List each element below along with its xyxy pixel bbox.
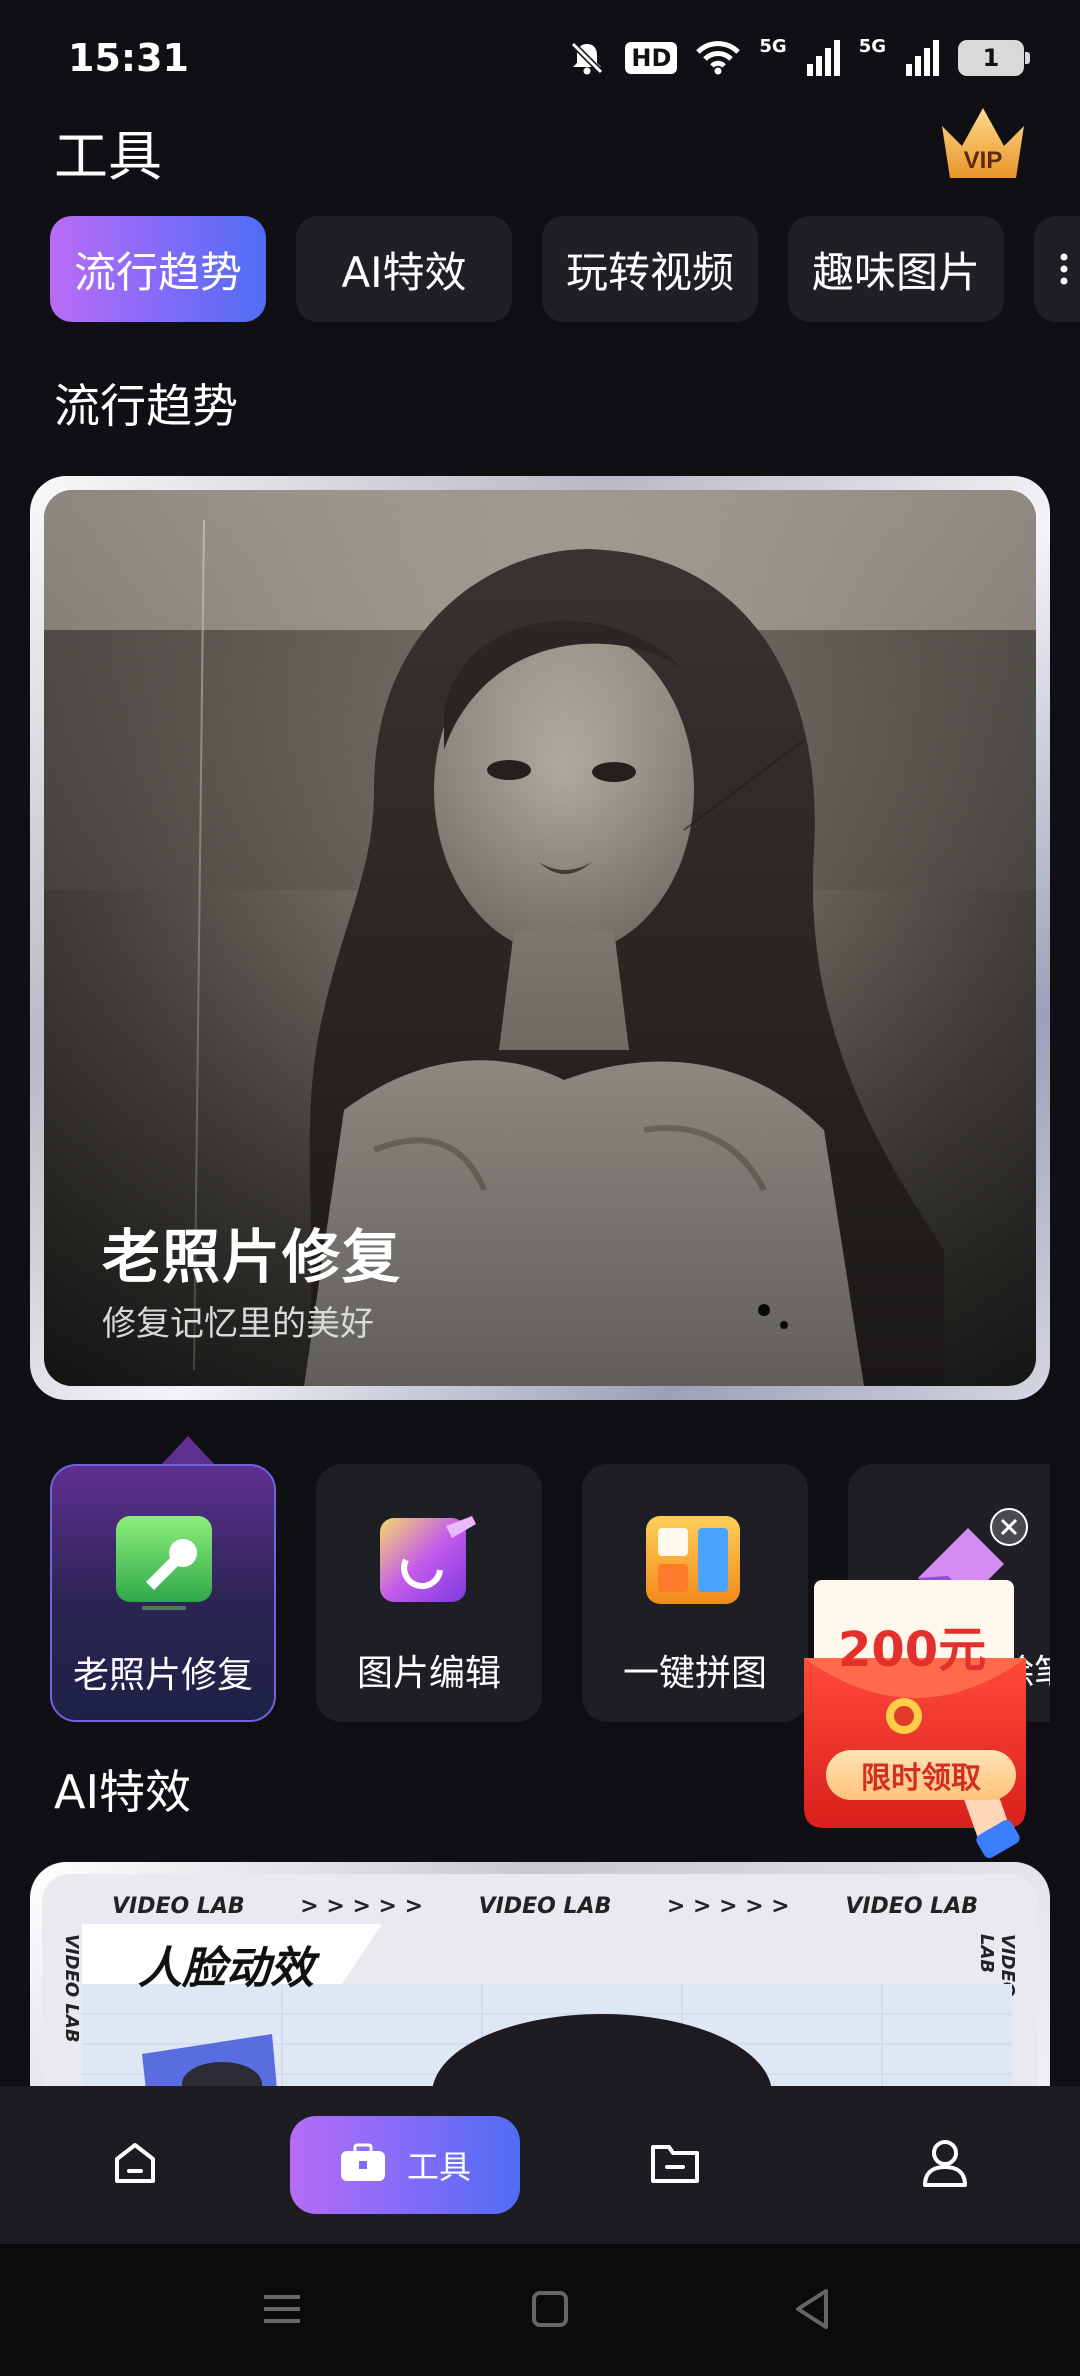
tool-card-collage[interactable]: 一键拼图	[582, 1464, 808, 1722]
tool-card-photo-edit[interactable]: 图片编辑	[316, 1464, 542, 1722]
tool-label: 图片编辑	[356, 1653, 501, 1694]
tab-video[interactable]: 玩转视频	[542, 216, 758, 322]
home-icon	[109, 2137, 161, 2193]
menu-icon[interactable]	[252, 2284, 312, 2334]
vip-crown-icon[interactable]: VIP	[936, 102, 1030, 186]
tool-label: 一键拼图	[622, 1653, 767, 1694]
promo-claim-button[interactable]: 限时领取	[826, 1750, 1016, 1800]
section-title-trending: 流行趋势	[54, 379, 238, 433]
back-icon[interactable]	[782, 2284, 842, 2334]
wifi-icon	[695, 40, 741, 76]
hero-subtitle: 修复记忆里的美好	[102, 1304, 374, 1344]
hero-card[interactable]: 老照片修复 修复记忆里的美好	[30, 476, 1050, 1400]
hero-image: 老照片修复 修复记忆里的美好	[44, 490, 1036, 1386]
selected-pointer	[162, 1436, 214, 1464]
more-tabs-icon[interactable]	[1034, 216, 1080, 322]
signal-icon	[806, 40, 841, 76]
red-envelope-icon	[804, 1580, 1026, 1859]
video-lab-text: VIDEO LAB	[845, 1894, 978, 1919]
status-icons: HD 5G 5G 1	[567, 36, 1030, 80]
network-label-1: 5G	[759, 36, 787, 57]
puzzle-icon	[642, 1508, 746, 1612]
tool-card-photo-restore[interactable]: 老照片修复	[50, 1464, 276, 1722]
arrows-text: > > > > >	[666, 1894, 790, 1919]
nav-profile[interactable]	[890, 2116, 1000, 2214]
signal-icon	[906, 40, 940, 76]
category-tabs: 流行趋势 AI特效 玩转视频 趣味图片	[50, 216, 1080, 322]
video-lab-text: VIDEO LAB	[478, 1894, 612, 1919]
video-lab-text: VIDEO LAB	[112, 1894, 245, 1919]
promo-amount: 200元	[838, 1622, 987, 1678]
system-nav-bar	[0, 2244, 1080, 2376]
tab-ai-effects[interactable]: AI特效	[296, 216, 512, 322]
ai-effect-title: 人脸动效	[138, 1943, 314, 1994]
nav-files[interactable]	[620, 2116, 730, 2214]
wrench-icon	[112, 1510, 216, 1614]
bottom-nav: 工具	[0, 2086, 1080, 2244]
status-bar: 15:31 HD 5G 5G 1	[0, 0, 1080, 120]
page-title: 工具	[54, 125, 162, 188]
battery-icon: 1	[958, 40, 1030, 76]
tab-trending[interactable]: 流行趋势	[50, 216, 266, 322]
network-label-2: 5G	[858, 36, 886, 57]
toolbox-icon	[339, 2141, 387, 2189]
hero-title: 老照片修复	[102, 1223, 403, 1291]
tool-label: 老照片修复	[72, 1655, 253, 1696]
ai-effect-card[interactable]: VIDEO LAB > > > > > VIDEO LAB > > > > > …	[30, 1862, 1050, 2122]
arrows-text: > > > > >	[300, 1894, 424, 1919]
mute-icon	[567, 38, 607, 78]
nav-home[interactable]	[80, 2116, 190, 2214]
user-icon	[920, 2137, 970, 2193]
nav-tools[interactable]: 工具	[290, 2116, 520, 2214]
video-lab-strip: VIDEO LAB > > > > > VIDEO LAB > > > > > …	[112, 1894, 978, 1919]
tools-page: 15:31 HD 5G 5G 1 工具 VIP 流行趋势 AI特效 玩转视频 趣…	[0, 0, 1080, 2376]
home-square-icon[interactable]	[520, 2284, 580, 2334]
close-icon[interactable]	[990, 1508, 1028, 1546]
svg-text:VIP: VIP	[964, 147, 1003, 174]
section-title-ai-effects: AI特效	[54, 1765, 192, 1819]
nav-tools-label: 工具	[406, 2148, 471, 2186]
tab-fun-photos[interactable]: 趣味图片	[788, 216, 1004, 322]
video-lab-side-text: VIDEO LAB	[61, 1934, 82, 2043]
folder-icon	[649, 2139, 701, 2191]
photo-edit-icon	[376, 1508, 480, 1612]
ai-effect-preview: VIDEO LAB > > > > > VIDEO LAB > > > > > …	[42, 1874, 1038, 2122]
red-envelope-promo[interactable]: 200元 限时领取	[800, 1508, 1030, 1888]
hd-badge: HD	[625, 42, 678, 74]
status-time: 15:31	[68, 36, 189, 80]
